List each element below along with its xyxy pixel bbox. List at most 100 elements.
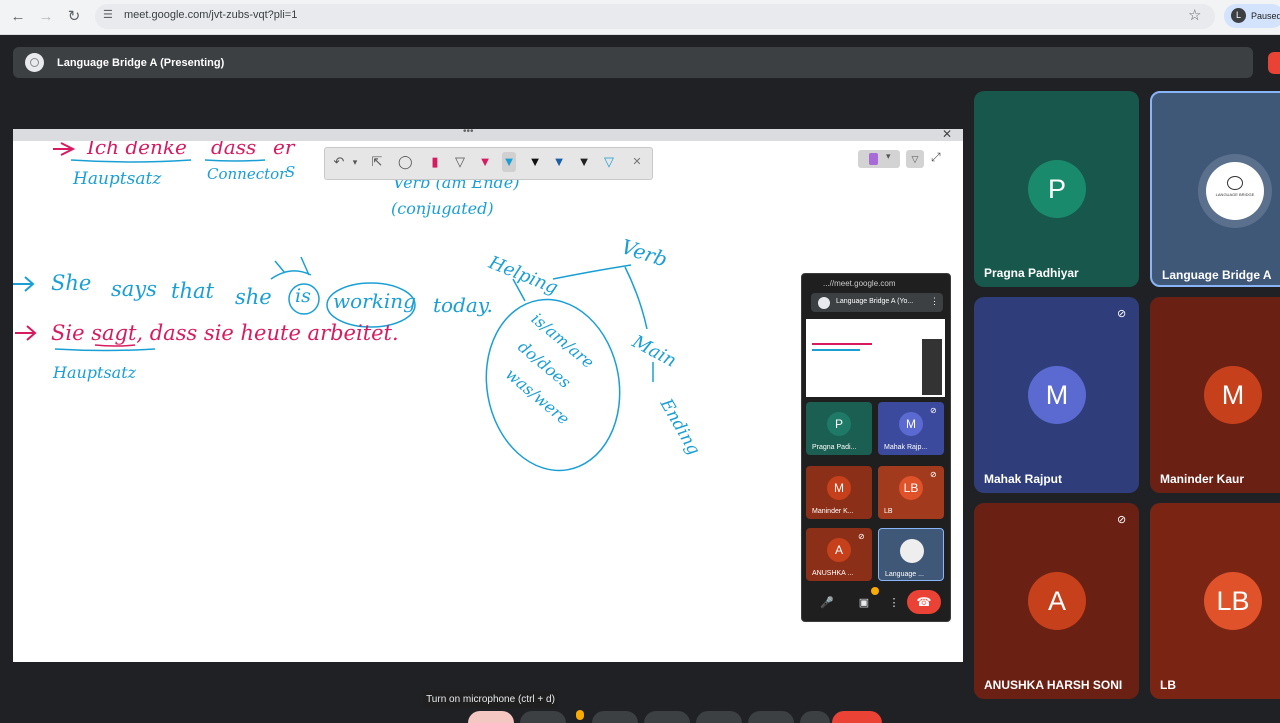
- pip-title: Language Bridge A (Yo...: [836, 298, 914, 305]
- expand-icon[interactable]: ⤢: [931, 150, 941, 165]
- pen-blue-icon[interactable]: ▼: [502, 152, 516, 172]
- pip-participant-name: Language ...: [885, 571, 924, 578]
- pip-participant-name: LB: [884, 508, 893, 515]
- en-word-says: says: [111, 277, 157, 301]
- presenter-logo-icon: [25, 53, 44, 72]
- profile-avatar[interactable]: L: [1231, 8, 1246, 23]
- participant-tile[interactable]: M Maninder Kaur: [1150, 297, 1280, 493]
- en-word-today: today.: [433, 293, 493, 317]
- en-word-she: She: [51, 271, 92, 295]
- en-word-that: that: [171, 279, 214, 303]
- participant-tile[interactable]: LB LB: [1150, 503, 1280, 699]
- select-icon[interactable]: ⇱: [370, 152, 384, 172]
- pip-participant-name: ANUSHKA ...: [812, 570, 854, 577]
- mic-button[interactable]: [468, 711, 514, 723]
- mic-off-icon: ⊘: [858, 532, 865, 541]
- pip-preview-line: [812, 343, 872, 345]
- pip-more-icon[interactable]: ⋮: [930, 296, 939, 307]
- pip-warning-badge: [871, 587, 879, 595]
- de-sentence: Sie sagt, dass sie heute arbeitet.: [51, 321, 399, 345]
- pip-mic-icon[interactable]: 🎤: [818, 594, 836, 612]
- participant-name: Mahak Rajput: [984, 472, 1063, 486]
- pen-pink-icon[interactable]: ▼: [478, 152, 492, 172]
- mic-off-icon: ⊘: [930, 470, 937, 479]
- chevron-down-icon[interactable]: ▾: [886, 151, 891, 162]
- pen-cyan-icon[interactable]: ▽: [602, 152, 616, 172]
- participant-name: Language Bridge A: [1162, 268, 1272, 282]
- reactions-button[interactable]: [644, 711, 690, 723]
- close-icon[interactable]: ✕: [942, 127, 952, 141]
- pip-avatar: M: [827, 476, 851, 500]
- camera-button[interactable]: [520, 711, 566, 723]
- undo-icon[interactable]: ↶: [332, 152, 346, 172]
- pip-participant-tile[interactable]: A ANUSHKA ... ⊘: [806, 528, 872, 581]
- participant-avatar: M: [1028, 366, 1086, 424]
- participant-avatar: A: [1028, 572, 1086, 630]
- mic-off-icon: ⊘: [1117, 514, 1127, 526]
- pip-url: ...//meet.google.com: [823, 279, 896, 288]
- pen-black-icon[interactable]: ▼: [528, 152, 542, 172]
- participant-tile[interactable]: A ANUSHKA HARSH SONI ⊘: [974, 503, 1139, 699]
- pip-more-options-icon[interactable]: ⋮: [885, 594, 903, 612]
- en-word-working: working: [333, 289, 416, 313]
- highlighter-pink-icon[interactable]: ▮: [428, 152, 442, 172]
- participant-name: Maninder Kaur: [1160, 472, 1245, 486]
- star-icon[interactable]: ☆: [1188, 6, 1201, 24]
- participant-avatar: LB: [1204, 572, 1262, 630]
- participant-tile[interactable]: P Pragna Padhiyar: [974, 91, 1139, 287]
- pip-screen-preview: [806, 319, 945, 397]
- pip-avatar: [900, 539, 924, 563]
- undo-dropdown-icon[interactable]: ▾: [348, 152, 362, 172]
- pip-participant-name: Pragna Padi...: [812, 444, 857, 451]
- pip-end-call-icon[interactable]: ☎: [907, 590, 941, 614]
- participant-tile[interactable]: LANGUAGE BRIDGE Language Bridge A: [1150, 91, 1280, 287]
- participant-name: Pragna Padhiyar: [984, 266, 1079, 280]
- color-swatch[interactable]: [869, 153, 878, 165]
- pen-dark-icon[interactable]: ▼: [577, 152, 591, 172]
- lion-logo-icon: [1227, 176, 1243, 190]
- url-text[interactable]: meet.google.com/jvt-zubs-vqt?pli=1: [124, 9, 297, 21]
- lasso-icon[interactable]: ◯: [398, 152, 413, 172]
- pip-participant-tile[interactable]: Language ...: [878, 528, 944, 581]
- presenting-title: Language Bridge A (Presenting): [57, 57, 225, 69]
- recording-indicator: [1268, 52, 1280, 74]
- pip-participant-tile[interactable]: P Pragna Padi...: [806, 402, 872, 455]
- pip-camera-icon[interactable]: ▣: [855, 594, 873, 612]
- more-options-button[interactable]: [800, 711, 830, 723]
- forward-icon[interactable]: →: [36, 7, 56, 27]
- pip-participant-tile[interactable]: LB LB ⊘: [878, 466, 944, 519]
- pip-participant-tile[interactable]: M Mahak Rajp... ⊘: [878, 402, 944, 455]
- filter-icon[interactable]: ▽: [906, 150, 924, 168]
- back-icon[interactable]: ←: [8, 7, 28, 27]
- color-picker[interactable]: [858, 150, 900, 168]
- mic-off-icon: ⊘: [1117, 308, 1127, 320]
- participant-tile[interactable]: M Mahak Rajput ⊘: [974, 297, 1139, 493]
- participant-name: ANUSHKA HARSH SONI: [984, 678, 1123, 692]
- end-call-button[interactable]: [832, 711, 882, 723]
- participant-avatar: P: [1028, 160, 1086, 218]
- shared-screen-titlebar: [13, 129, 963, 141]
- label-hauptsatz-1: Hauptsatz: [73, 169, 162, 189]
- present-button[interactable]: [696, 711, 742, 723]
- pip-participant-tile[interactable]: M Maninder K...: [806, 466, 872, 519]
- mic-tooltip: Turn on microphone (ctrl + d): [423, 691, 558, 708]
- pip-preview-line: [812, 349, 860, 351]
- pen-navy-icon[interactable]: ▼: [552, 152, 566, 172]
- participant-name: LB: [1160, 678, 1176, 692]
- logo-text: LANGUAGE BRIDGE: [1215, 192, 1255, 197]
- pip-preview-tiles: [922, 339, 942, 395]
- pip-participant-name: Maninder K...: [812, 508, 854, 515]
- label-hauptsatz-2: Hauptsatz: [53, 363, 137, 382]
- mic-off-icon: ⊘: [930, 406, 937, 415]
- drag-handle-icon[interactable]: •••: [463, 126, 474, 137]
- ink-close-icon[interactable]: ✕: [630, 152, 644, 172]
- pip-logo-icon: [818, 297, 830, 309]
- en-word-is: is: [295, 285, 311, 307]
- pen-white-icon[interactable]: ▽: [453, 152, 467, 172]
- captions-button[interactable]: [592, 711, 638, 723]
- tune-icon[interactable]: ☰: [103, 8, 117, 22]
- raise-hand-button[interactable]: [748, 711, 794, 723]
- pip-avatar: P: [827, 412, 851, 436]
- label-connector: Connector: [207, 165, 287, 183]
- reload-icon[interactable]: ↻: [64, 7, 84, 27]
